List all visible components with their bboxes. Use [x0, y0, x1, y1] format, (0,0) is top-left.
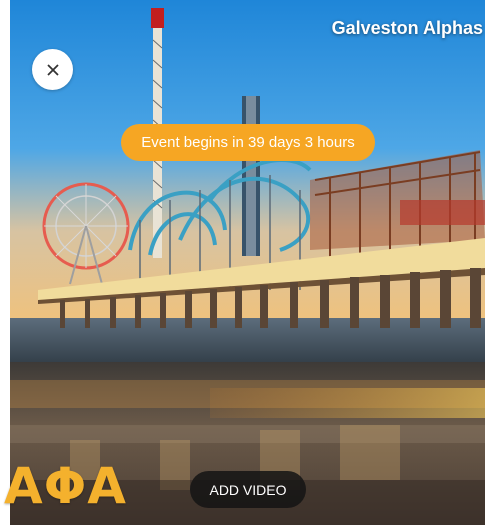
greek-letters-overlay: ΑΦΑ — [4, 457, 127, 515]
pier-photo — [10, 0, 485, 525]
close-button[interactable] — [32, 49, 73, 90]
close-icon — [46, 63, 59, 76]
add-video-button[interactable]: ADD VIDEO — [190, 471, 306, 508]
event-countdown-badge: Event begins in 39 days 3 hours — [121, 124, 375, 161]
group-title: Galveston Alphas — [331, 18, 483, 38]
cover-photo: Galveston Alphas — [10, 0, 485, 525]
